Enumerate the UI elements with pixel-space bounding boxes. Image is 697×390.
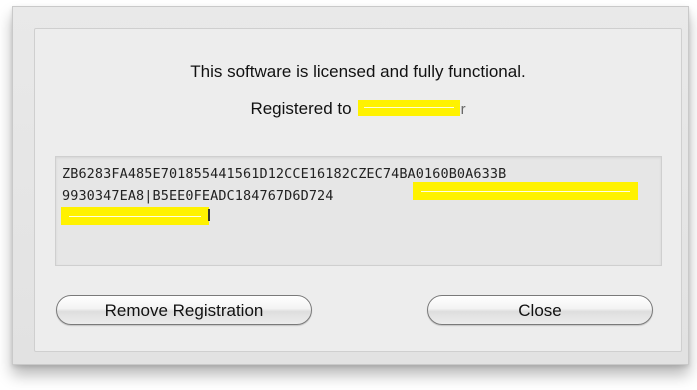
- registered-name-tail: r: [460, 101, 466, 118]
- registered-to-label: Registered to: [250, 99, 352, 118]
- license-key-redaction-2: [61, 207, 209, 225]
- license-key-redaction-1: [413, 182, 638, 200]
- license-dialog: This software is licensed and fully func…: [34, 28, 682, 352]
- text-cursor: [208, 209, 210, 221]
- license-status-message: This software is licensed and fully func…: [190, 62, 526, 81]
- screenshot-stage: This software is licensed and fully func…: [0, 0, 697, 390]
- close-button[interactable]: Close: [427, 295, 653, 325]
- registered-name-redaction: [357, 100, 460, 116]
- license-key-line-1: ZB6283FA485E701855441561D12CCE16182CZEC7…: [62, 166, 507, 182]
- license-key-field[interactable]: ZB6283FA485E701855441561D12CCE16182CZEC7…: [55, 156, 662, 266]
- license-key-line-2: 9930347EA8|B5EE0FEADC184767D6D724: [62, 188, 334, 204]
- registration-line: Registered to r: [35, 99, 681, 119]
- remove-registration-button[interactable]: Remove Registration: [56, 295, 312, 325]
